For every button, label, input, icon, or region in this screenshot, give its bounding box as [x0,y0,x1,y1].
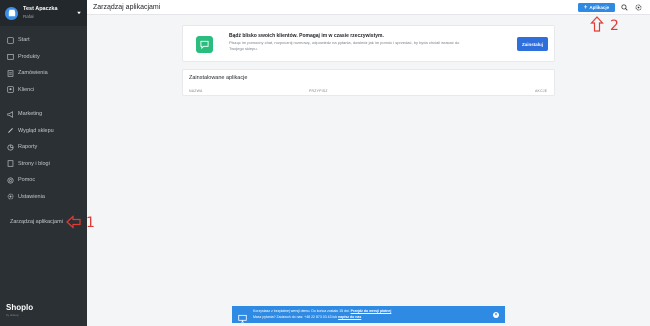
column-header-name: NAZWA [189,89,203,93]
trial-notice-bar: Korzystasz z bezpłatnej wersji demo. Do … [232,306,505,323]
sidebar-nav: Start Produkty Zamówienia Klienci Market… [0,32,87,205]
brand-name: Shoplo [6,303,34,312]
monitor-icon [238,310,247,323]
annotation-arrow-left-icon [66,215,81,229]
chat-icon [196,36,213,53]
brand-sub: by skleep [6,313,19,317]
install-button[interactable]: Zainstaluj [517,37,548,51]
upgrade-link[interactable]: Przejdź do wersji płatnej [351,309,392,313]
sidebar-item-label: Zamówienia [18,70,48,77]
sidebar-item-label: Raporty [18,144,38,151]
list-icon [7,70,14,77]
sidebar-item-label: Strony i blogi [18,160,50,167]
store-switcher[interactable]: Test Apaczka Rafał [0,0,87,26]
trial-notice-contact: Masz pytania? Zadzwoń do nas: +48 22 873… [253,314,338,319]
users-icon [7,86,14,93]
promo-description: Pisząc im pomocny chat, rozpocznij rozmo… [229,40,460,51]
brand-logo: Shoplo by skleep [6,304,33,317]
help-icon [7,177,14,184]
store-icon [5,6,18,20]
annotation-number-1: 1 [86,215,95,231]
trial-notice-message: Korzystasz z bezpłatnej wersji demo. Do … [253,309,350,313]
add-app-button[interactable]: + Aplikacje [578,3,615,12]
sidebar-item-label: Klienci [18,86,35,93]
settings-icon[interactable] [634,3,643,12]
close-icon[interactable]: × [493,311,499,318]
sidebar-item-pages[interactable]: Strony i blogi [0,156,87,173]
chevron-down-icon [77,11,81,15]
store-name: Test Apaczka [23,6,58,12]
gear-icon [7,193,14,200]
sidebar-item-theme[interactable]: Wygląd sklepu [0,123,87,140]
sidebar-item-label: Ustawienia [18,193,45,200]
sidebar-item-label: Start [18,37,30,44]
brush-icon [7,127,14,134]
column-header-actions: AKCJE [535,89,548,93]
promo-heading: Bądź blisko swoich klientów. Pomagaj im … [229,33,384,39]
store-user: Rafał [23,13,34,19]
sidebar-item-help[interactable]: Pomoc [0,172,87,189]
installed-apps-title: Zainstalowane aplikacje [189,75,248,81]
installed-apps-panel: Zainstalowane aplikacje NAZWA PRZYPISZ A… [182,69,555,96]
annotation-number-2: 2 [610,18,619,34]
search-icon[interactable] [620,3,629,12]
sidebar-item-settings[interactable]: Ustawienia [0,189,87,206]
plus-icon: + [583,4,588,11]
sidebar-item-label: Marketing [18,111,43,118]
megaphone-icon [7,110,14,118]
page-title: Zarządzaj aplikacjami [93,3,161,11]
sidebar-item-label: Wygląd sklepu [18,127,54,134]
sidebar-item-label: Produkty [18,53,40,60]
sidebar-item-products[interactable]: Produkty [0,49,87,66]
sidebar-item-reports[interactable]: Raporty [0,139,87,156]
sidebar-item-start[interactable]: Start [0,32,87,49]
annotation-arrow-up-icon [590,16,604,32]
contact-link[interactable]: napisz do nas [338,315,361,319]
column-header-assign: PRZYPISZ [309,89,328,93]
home-icon [7,37,14,44]
trial-notice-text: Korzystasz z bezpłatnej wersji demo. Do … [253,309,493,320]
sidebar-item-orders[interactable]: Zamówienia [0,65,87,82]
add-app-label: Aplikacje [589,5,610,10]
pages-icon [7,160,14,167]
box-icon [7,53,14,60]
chart-icon [7,144,14,151]
manage-apps-link[interactable]: Zarządzaj aplikacjami [10,219,63,225]
sidebar-item-marketing[interactable]: Marketing [0,106,87,123]
sidebar-item-customers[interactable]: Klienci [0,82,87,99]
sidebar: Test Apaczka Rafał Start Produkty Zamówi… [0,0,87,326]
sidebar-item-label: Pomoc [18,177,36,184]
top-bar: Zarządzaj aplikacjami [87,0,650,15]
live-chat-promo-card: Bądź blisko swoich klientów. Pomagaj im … [182,25,555,62]
